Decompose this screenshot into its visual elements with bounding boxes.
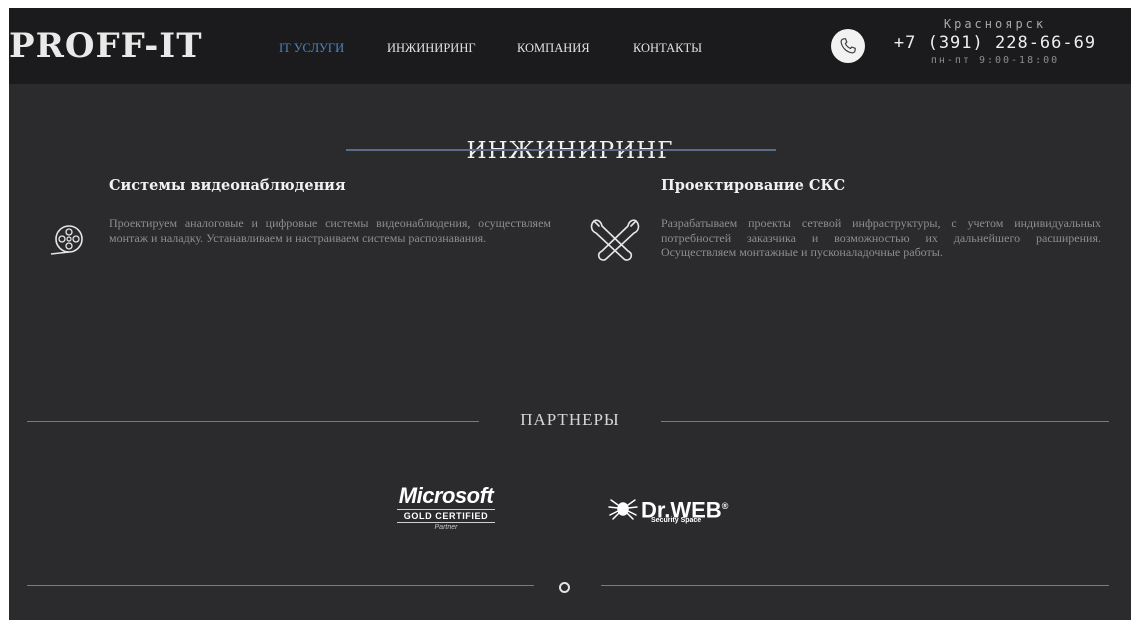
section-title: ИНЖИНИРИНГ bbox=[466, 138, 674, 164]
service-title-sks: Проектирование СКС bbox=[661, 177, 846, 194]
service-text-video: Проектируем аналоговые и цифровые систем… bbox=[109, 216, 551, 245]
nav-engineering[interactable]: ИНЖИНИРИНГ bbox=[387, 40, 517, 56]
microsoft-name: Microsoft bbox=[398, 483, 494, 508]
partners-title: ПАРТНЕРЫ bbox=[520, 410, 620, 429]
phone-icon bbox=[840, 38, 856, 54]
page-frame: PROFF-IT IT УСЛУГИ ИНЖИНИРИНГ КОМПАНИЯ К… bbox=[9, 8, 1131, 620]
main-nav: IT УСЛУГИ ИНЖИНИРИНГ КОМПАНИЯ КОНТАКТЫ bbox=[279, 40, 702, 56]
slider-dot[interactable] bbox=[559, 582, 570, 593]
service-title-video: Системы видеонаблюдения bbox=[109, 177, 346, 194]
partners-divider-right bbox=[661, 421, 1109, 422]
microsoft-certification: GOLD CERTIFIED bbox=[397, 509, 495, 523]
drweb-registered-mark: ® bbox=[721, 501, 729, 511]
nav-it-services[interactable]: IT УСЛУГИ bbox=[279, 40, 387, 56]
site-header: PROFF-IT IT УСЛУГИ ИНЖИНИРИНГ КОМПАНИЯ К… bbox=[9, 8, 1131, 84]
film-reel-icon bbox=[47, 222, 97, 267]
wrench-tools-icon bbox=[584, 213, 646, 272]
drweb-tagline: Security Space bbox=[651, 517, 702, 524]
microsoft-tier: Partner bbox=[434, 524, 458, 531]
phone-button[interactable] bbox=[831, 29, 865, 63]
city-label: Красноярск bbox=[943, 17, 1047, 31]
nav-company[interactable]: КОМПАНИЯ bbox=[517, 40, 633, 56]
slider-divider-left bbox=[27, 585, 534, 586]
working-hours: пн-пт 9:00-18:00 bbox=[930, 55, 1060, 66]
phone-number[interactable]: +7 (391) 228-66-69 bbox=[875, 32, 1115, 54]
section-title-underline bbox=[346, 149, 776, 151]
slider-divider-right bbox=[601, 585, 1109, 586]
nav-contacts[interactable]: КОНТАКТЫ bbox=[633, 40, 702, 56]
site-logo[interactable]: PROFF-IT bbox=[9, 26, 203, 66]
service-text-sks: Разрабатываем проекты сетевой инфраструк… bbox=[661, 216, 1101, 259]
microsoft-partner-logo[interactable]: Microsoft GOLD CERTIFIED Partner bbox=[371, 484, 521, 533]
spider-icon bbox=[608, 499, 638, 520]
contact-info: Красноярск +7 (391) 228-66-69 пн-пт 9:00… bbox=[875, 16, 1115, 68]
